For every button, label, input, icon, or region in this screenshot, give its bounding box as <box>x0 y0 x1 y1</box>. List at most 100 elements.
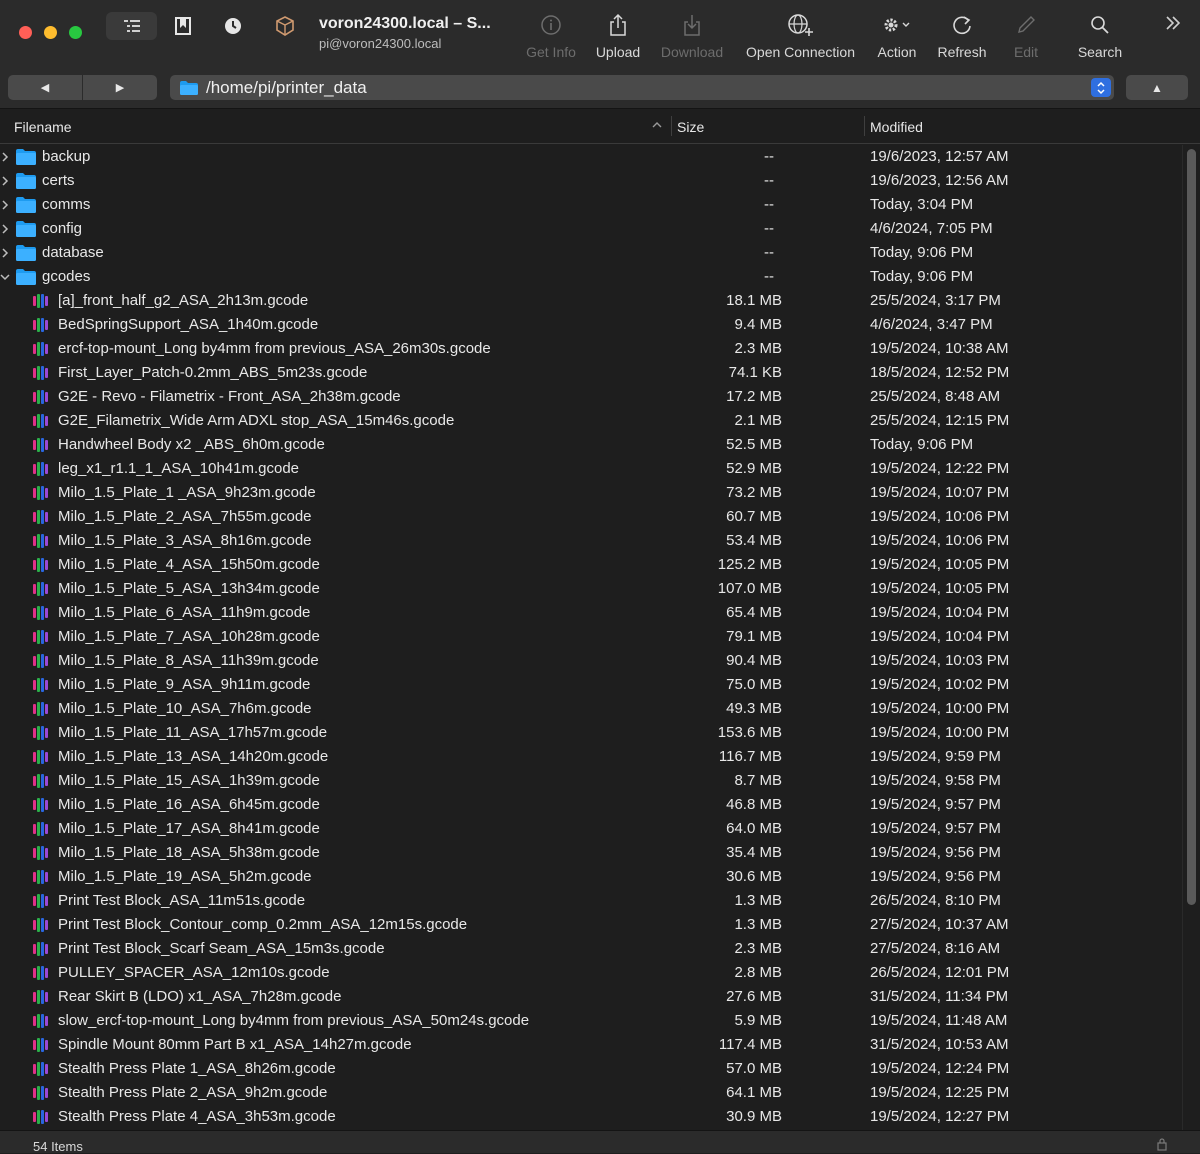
file-name: Milo_1.5_Plate_18_ASA_5h38m.gcode <box>58 844 320 861</box>
folder-name: comms <box>42 196 91 213</box>
file-row[interactable]: Milo_1.5_Plate_19_ASA_5h2m.gcode 30.6 MB 1… <box>0 865 1182 889</box>
folder-row[interactable]: comms -- Today, 3:04 PM <box>0 193 1182 217</box>
folder-modified: Today, 9:06 PM <box>870 244 974 261</box>
file-row[interactable]: Milo_1.5_Plate_11_ASA_17h57m.gcode 153.6 … <box>0 721 1182 745</box>
gcode-file-icon <box>32 989 50 1009</box>
search-button[interactable]: Search <box>1074 10 1126 66</box>
minimize-window-button[interactable] <box>44 26 57 39</box>
file-row[interactable]: Spindle Mount 80mm Part B x1_ASA_14h27m.… <box>0 1033 1182 1057</box>
clock-icon <box>225 18 241 34</box>
file-row[interactable]: ercf-top-mount_Long by4mm from previous_… <box>0 337 1182 361</box>
gcode-file-icon <box>32 1013 50 1033</box>
path-dropdown-stepper[interactable] <box>1091 78 1111 97</box>
parent-directory-button[interactable]: ▲ <box>1126 75 1188 100</box>
folder-icon <box>16 269 36 285</box>
file-row[interactable]: Milo_1.5_Plate_4_ASA_15h50m.gcode 125.2 M… <box>0 553 1182 577</box>
disclosure-collapsed-icon[interactable] <box>0 173 10 189</box>
size-column-header[interactable]: Size <box>677 119 704 135</box>
folder-row[interactable]: certs -- 19/6/2023, 12:56 AM <box>0 169 1182 193</box>
file-row[interactable]: leg_x1_r1.1_1_ASA_10h41m.gcode 52.9 MB 19/… <box>0 457 1182 481</box>
folder-row[interactable]: config -- 4/6/2024, 7:05 PM <box>0 217 1182 241</box>
toolbar-overflow-button[interactable] <box>1164 14 1182 38</box>
file-row[interactable]: Milo_1.5_Plate_8_ASA_11h39m.gcode 90.4 MB… <box>0 649 1182 673</box>
gcode-file-icon <box>33 798 48 812</box>
disclosure-collapsed-icon[interactable] <box>0 221 10 237</box>
folder-row[interactable]: database -- Today, 9:06 PM <box>0 241 1182 265</box>
open-connection-button[interactable]: Open Connection <box>742 10 859 66</box>
file-name: Print Test Block_Contour_comp_0.2mm_ASA_… <box>58 916 468 933</box>
file-row[interactable]: Print Test Block_Scarf Seam_ASA_15m3s.gc… <box>0 937 1182 961</box>
modified-column-header[interactable]: Modified <box>870 119 923 135</box>
upload-button[interactable]: Upload <box>594 10 642 66</box>
file-row[interactable]: Milo_1.5_Plate_13_ASA_14h20m.gcode 116.7 … <box>0 745 1182 769</box>
file-row[interactable]: G2E_Filametrix_Wide Arm ADXL stop_ASA_15… <box>0 409 1182 433</box>
outline-view-button[interactable] <box>106 12 157 40</box>
file-row[interactable]: Stealth Press Plate 4_ASA_3h53m.gcode 30.… <box>0 1105 1182 1129</box>
file-row[interactable]: Rear Skirt B (LDO) x1_ASA_7h28m.gcode 27.… <box>0 985 1182 1009</box>
file-row[interactable]: Milo_1.5_Plate_6_ASA_11h9m.gcode 65.4 MB 1… <box>0 601 1182 625</box>
zoom-window-button[interactable] <box>69 26 82 39</box>
path-selector[interactable]: /home/pi/printer_data <box>170 75 1114 100</box>
folder-icon <box>16 149 36 165</box>
edit-button[interactable]: Edit <box>1011 10 1041 66</box>
file-modified: 25/5/2024, 8:48 AM <box>870 388 1001 405</box>
file-modified: 31/5/2024, 11:34 PM <box>870 988 1009 1005</box>
gcode-file-icon <box>32 749 50 769</box>
file-row[interactable]: Milo_1.5_Plate_16_ASA_6h45m.gcode 46.8 MB… <box>0 793 1182 817</box>
file-row[interactable]: Stealth Press Plate 1_ASA_8h26m.gcode 57.… <box>0 1057 1182 1081</box>
file-modified: 19/5/2024, 10:05 PM <box>870 580 1010 597</box>
vertical-scrollbar[interactable] <box>1182 145 1200 1130</box>
disclosure-collapsed-icon[interactable] <box>0 245 10 261</box>
folder-size: -- <box>764 268 774 285</box>
file-row[interactable]: Milo_1.5_Plate_10_ASA_7h6m.gcode 49.3 MB 1… <box>0 697 1182 721</box>
scrollbar-thumb[interactable] <box>1187 149 1196 905</box>
file-row[interactable]: Milo_1.5_Plate_17_ASA_8h41m.gcode 64.0 MB… <box>0 817 1182 841</box>
file-name: First_Layer_Patch-0.2mm_ABS_5m23s.gcode <box>58 364 368 381</box>
file-row[interactable]: Milo_1.5_Plate_7_ASA_10h28m.gcode 79.1 MB… <box>0 625 1182 649</box>
column-header: Filename Size Modified <box>0 110 1200 144</box>
file-row[interactable]: Stealth Press Plate 2_ASA_9h2m.gcode 64.1… <box>0 1081 1182 1105</box>
refresh-button[interactable]: Refresh <box>935 10 989 66</box>
download-button[interactable]: Download <box>659 10 725 66</box>
file-row[interactable]: First_Layer_Patch-0.2mm_ABS_5m23s.gcode 7… <box>0 361 1182 385</box>
folder-icon <box>16 173 36 193</box>
history-button[interactable] <box>220 12 246 40</box>
file-row[interactable]: Milo_1.5_Plate_3_ASA_8h16m.gcode 53.4 MB 1… <box>0 529 1182 553</box>
file-modified: Today, 9:06 PM <box>870 436 974 453</box>
file-row[interactable]: [a]_front_half_g2_ASA_2h13m.gcode 18.1 MB… <box>0 289 1182 313</box>
file-row[interactable]: Milo_1.5_Plate_5_ASA_13h34m.gcode 107.0 M… <box>0 577 1182 601</box>
forward-button[interactable]: ▶ <box>83 75 157 100</box>
disclosure-collapsed-icon[interactable] <box>0 197 10 213</box>
file-size: 125.2 MB <box>717 556 782 573</box>
file-modified: 19/5/2024, 12:25 PM <box>870 1084 1010 1101</box>
back-button[interactable]: ◀ <box>8 75 82 100</box>
folder-row[interactable]: gcodes -- Today, 9:06 PM <box>0 265 1182 289</box>
bookmarks-button[interactable] <box>170 12 196 40</box>
file-row[interactable]: Milo_1.5_Plate_9_ASA_9h11m.gcode 75.0 MB 1… <box>0 673 1182 697</box>
disclosure-expanded-icon[interactable] <box>0 269 10 285</box>
action-menu-button[interactable]: Action <box>875 10 919 66</box>
file-row[interactable]: Handwheel Body x2 _ABS_6h0m.gcode 52.5 MB… <box>0 433 1182 457</box>
filename-column-header[interactable]: Filename <box>14 119 72 135</box>
file-row[interactable]: Milo_1.5_Plate_2_ASA_7h55m.gcode 60.7 MB 1… <box>0 505 1182 529</box>
folder-name: certs <box>42 172 75 189</box>
lock-icon <box>1157 1138 1167 1151</box>
get-info-button[interactable]: Get Info <box>524 10 578 66</box>
file-row[interactable]: Milo_1.5_Plate_18_ASA_5h38m.gcode 35.4 MB… <box>0 841 1182 865</box>
file-row[interactable]: BedSpringSupport_ASA_1h40m.gcode 9.4 MB 4/… <box>0 313 1182 337</box>
file-row[interactable]: Milo_1.5_Plate_1 _ASA_9h23m.gcode 73.2 MB… <box>0 481 1182 505</box>
file-name: G2E_Filametrix_Wide Arm ADXL stop_ASA_15… <box>58 412 455 429</box>
file-name: BedSpringSupport_ASA_1h40m.gcode <box>58 316 319 333</box>
file-row[interactable]: slow_ercf-top-mount_Long by4mm from prev… <box>0 1009 1182 1033</box>
bonjour-button[interactable] <box>272 12 298 40</box>
file-row[interactable]: Print Test Block_ASA_11m51s.gcode 1.3 MB 2… <box>0 889 1182 913</box>
file-row[interactable]: Milo_1.5_Plate_15_ASA_1h39m.gcode 8.7 MB 1… <box>0 769 1182 793</box>
file-row[interactable]: Print Test Block_Contour_comp_0.2mm_ASA_… <box>0 913 1182 937</box>
disclosure-collapsed-icon[interactable] <box>0 149 10 165</box>
gcode-file-icon <box>32 461 50 481</box>
file-row[interactable]: G2E - Revo - Filametrix - Front_ASA_2h38… <box>0 385 1182 409</box>
close-window-button[interactable] <box>19 26 32 39</box>
folder-row[interactable]: backup -- 19/6/2023, 12:57 AM <box>0 145 1182 169</box>
file-row[interactable]: PULLEY_SPACER_ASA_12m10s.gcode 2.8 MB 26/5… <box>0 961 1182 985</box>
file-modified: 27/5/2024, 10:37 AM <box>870 916 1009 933</box>
